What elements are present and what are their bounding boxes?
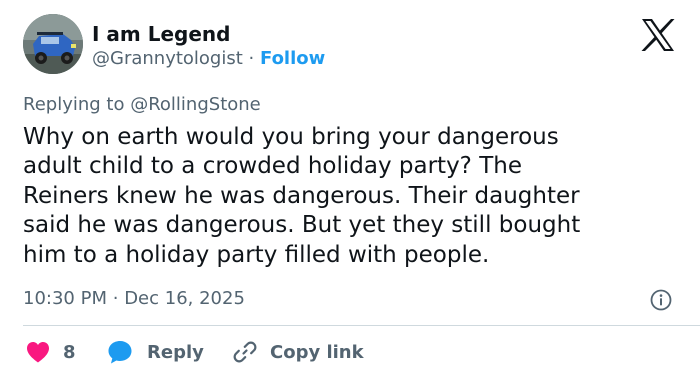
tweet-date: Dec 16, 2025 [124,288,245,309]
follow-button[interactable]: Follow [260,48,325,69]
timestamp-separator: · [112,288,119,309]
handle-separator: · [248,48,255,69]
tweet-time: 10:30 PM [23,288,107,309]
copy-link-label: Copy link [270,341,364,363]
speech-bubble-icon [108,341,132,364]
divider [23,325,700,326]
reply-button[interactable]: Reply [107,339,204,365]
copy-link-button[interactable]: Copy link [232,339,364,365]
tweet-card: I am Legend @Grannytologist · Follow Rep… [0,0,700,379]
avatar[interactable] [23,14,83,74]
reply-label: Reply [147,341,204,363]
reply-context-prefix: Replying to [23,94,125,115]
info-icon[interactable] [650,289,672,311]
reply-context-mention[interactable]: @RollingStone [130,94,261,115]
reply-context: Replying to @RollingStone [23,94,261,116]
avatar-image [23,14,83,74]
like-count: 8 [63,341,76,363]
x-logo-icon[interactable] [640,18,676,52]
author-handle[interactable]: @Grannytologist [92,48,243,69]
tweet-text: Why on earth would you bring your danger… [23,124,581,268]
author-display-name[interactable]: I am Legend [92,22,230,46]
heart-icon [27,342,49,363]
link-icon [233,341,257,363]
like-button[interactable]: 8 [25,339,76,365]
author-handle-row: @Grannytologist · Follow [92,48,325,70]
tweet-timestamp[interactable]: 10:30 PM · Dec 16, 2025 [23,288,245,310]
